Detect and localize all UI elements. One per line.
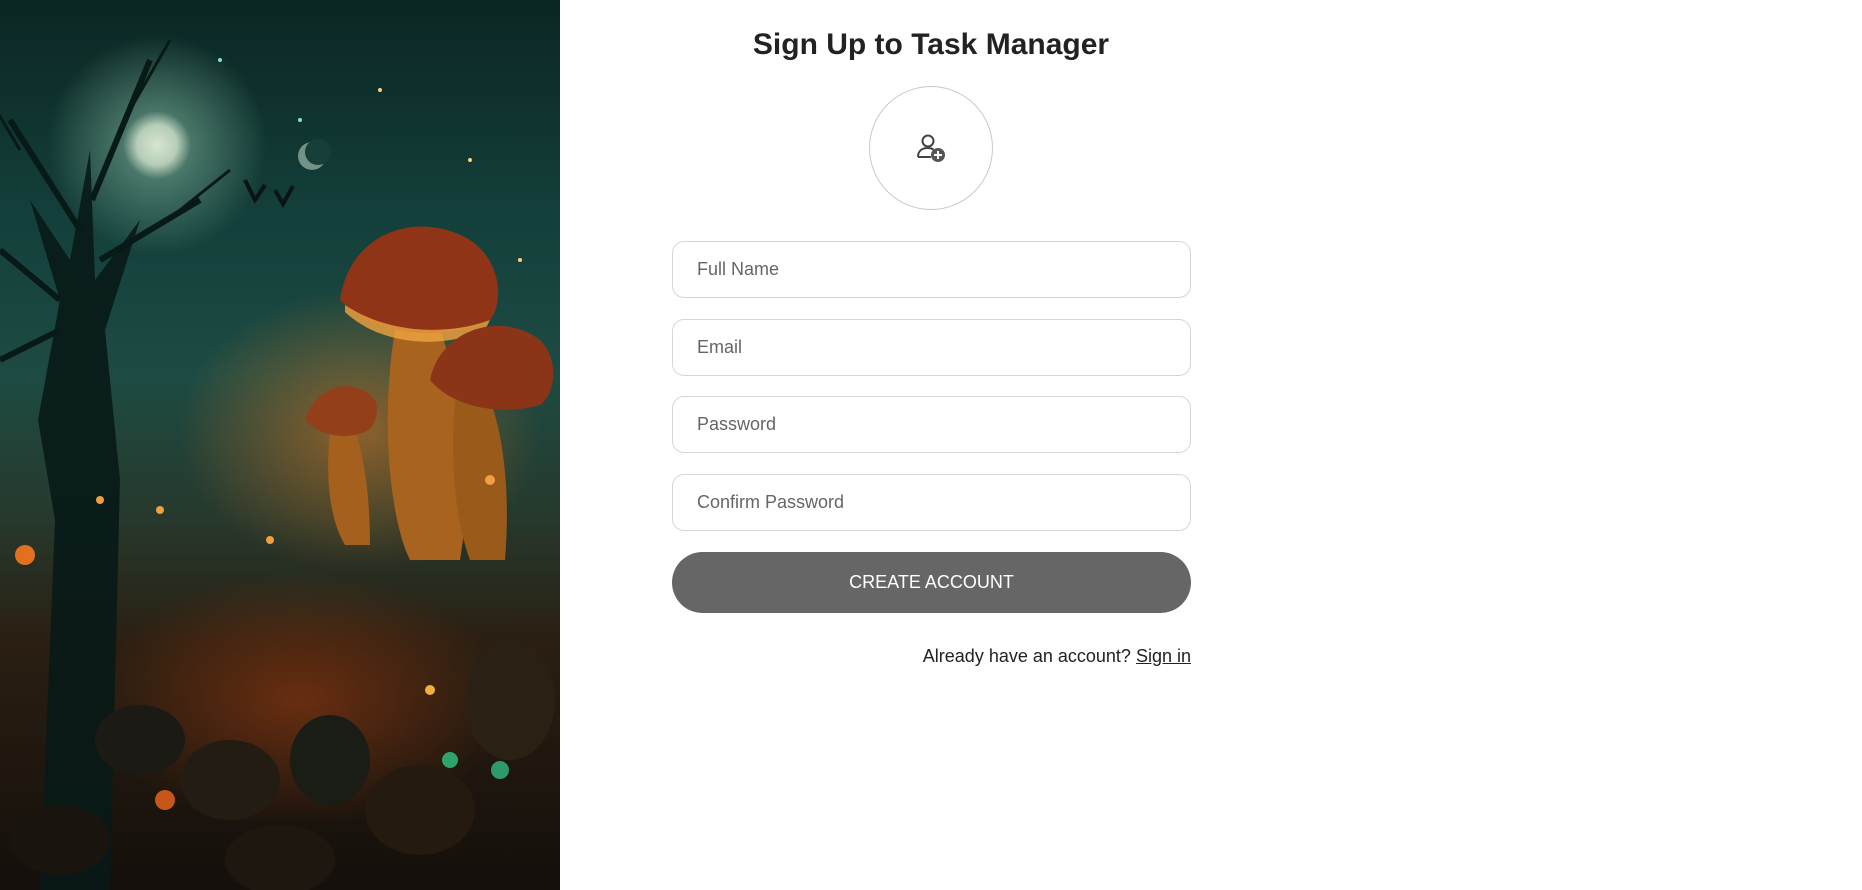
avatar-upload-button[interactable] [869, 86, 993, 210]
hero-artwork [0, 39, 555, 890]
full-name-input[interactable] [672, 241, 1191, 298]
signin-prompt-text: Already have an account? [922, 646, 1131, 666]
add-user-icon [917, 134, 945, 162]
page-title: Sign Up to Task Manager [752, 28, 1110, 61]
confirm-password-input[interactable] [672, 474, 1191, 531]
password-input[interactable] [672, 396, 1191, 453]
email-input[interactable] [672, 319, 1191, 376]
signin-link[interactable]: Sign in [1136, 646, 1191, 666]
create-account-button[interactable]: CREATE ACCOUNT [672, 552, 1191, 613]
signin-prompt: Already have an account? Sign in [672, 646, 1191, 667]
hero-illustration [0, 0, 560, 890]
